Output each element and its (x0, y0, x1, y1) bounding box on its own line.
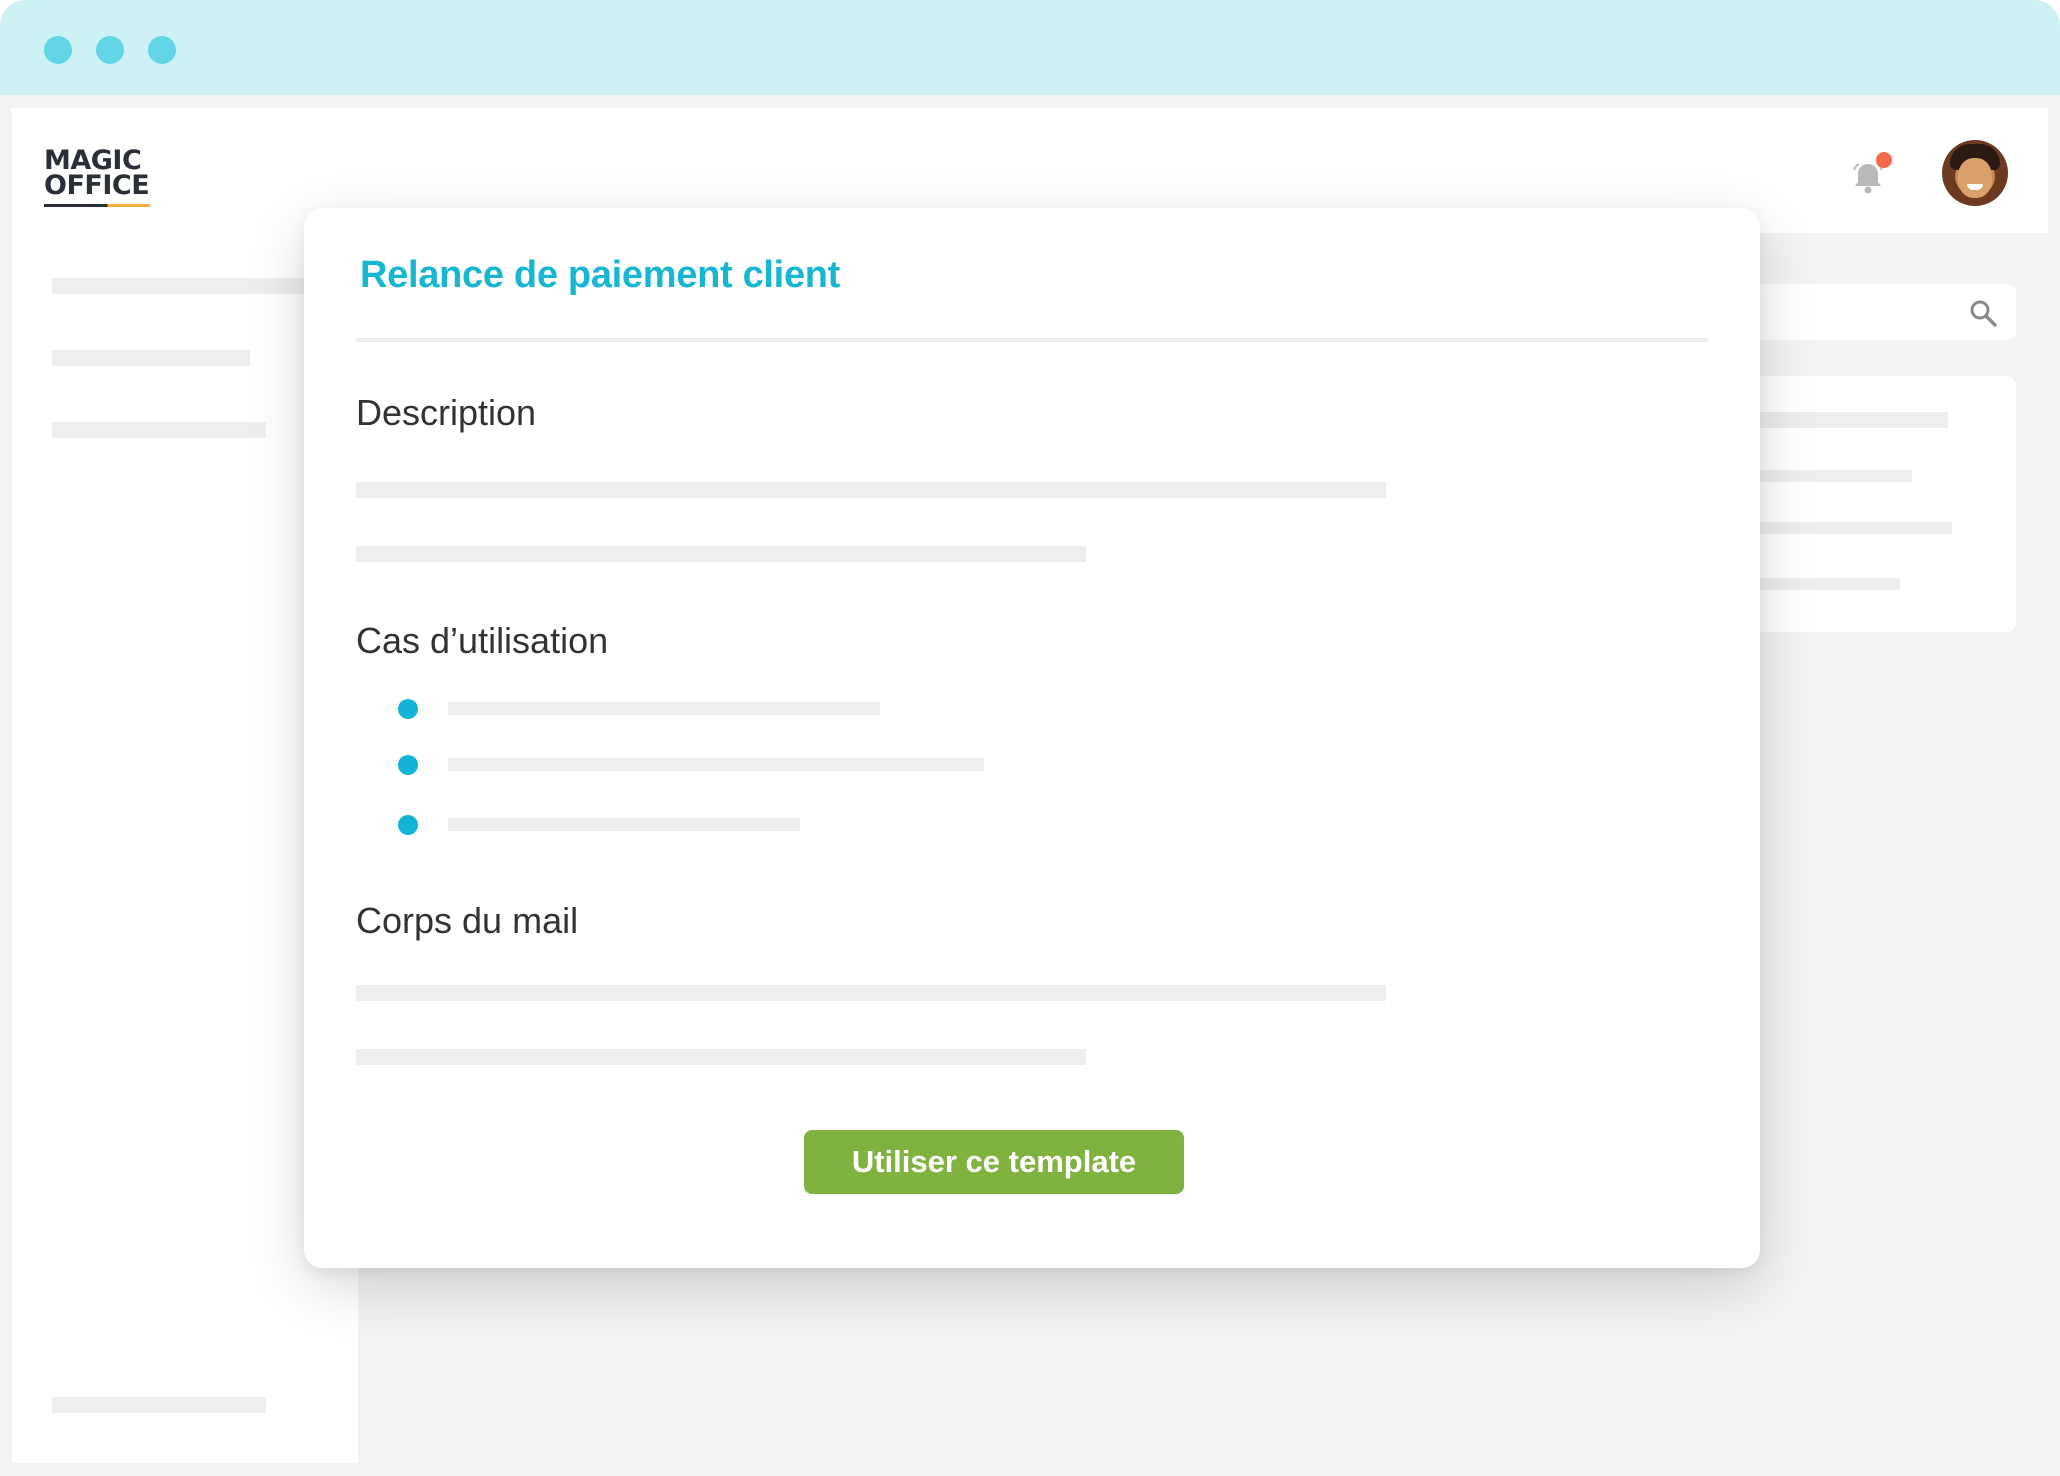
window-dot-2[interactable] (96, 36, 124, 64)
sidebar-item-placeholder[interactable] (52, 278, 312, 294)
card-line-placeholder (1760, 470, 1912, 482)
section-heading-use-cases: Cas d’utilisation (356, 620, 609, 661)
logo-underline (44, 204, 150, 207)
template-modal: Relance de paiement client Description C… (304, 208, 1760, 1268)
logo-text-line2: OFFICE (44, 170, 150, 201)
logo[interactable]: MAGIC OFFICE (44, 147, 154, 210)
mail-body-line-placeholder (356, 985, 1386, 1001)
sidebar-item-placeholder[interactable] (52, 1397, 266, 1413)
avatar[interactable] (1942, 140, 2008, 206)
use-case-line-placeholder (448, 702, 880, 715)
app-window: MAGIC OFFICE Relance de paiement client … (0, 0, 2060, 1476)
list-bullet (398, 755, 418, 775)
modal-title: Relance de paiement client (360, 254, 841, 296)
description-line-placeholder (356, 546, 1086, 562)
sidebar-item-placeholder[interactable] (52, 422, 266, 438)
list-bullet (398, 815, 418, 835)
window-dot-1[interactable] (44, 36, 72, 64)
modal-divider (356, 338, 1708, 342)
search-icon[interactable] (1968, 298, 1998, 328)
card-line-placeholder (1760, 412, 1948, 428)
use-case-line-placeholder (448, 758, 984, 771)
use-template-button[interactable]: Utiliser ce template (804, 1130, 1184, 1194)
section-heading-description: Description (356, 392, 537, 433)
card-line-placeholder (1760, 578, 1900, 590)
list-bullet (398, 699, 418, 719)
section-heading-mail-body: Corps du mail (356, 900, 579, 941)
sidebar-item-placeholder[interactable] (52, 350, 250, 366)
window-dot-3[interactable] (148, 36, 176, 64)
mail-body-line-placeholder (356, 1049, 1086, 1065)
description-line-placeholder (356, 482, 1386, 498)
card-line-placeholder (1760, 522, 1952, 534)
side-card (1740, 376, 2016, 632)
use-case-line-placeholder (448, 818, 800, 831)
notification-badge (1876, 152, 1892, 168)
search-bar[interactable] (1740, 284, 2016, 340)
window-titlebar (0, 0, 2060, 95)
avatar-face (1958, 158, 1992, 198)
